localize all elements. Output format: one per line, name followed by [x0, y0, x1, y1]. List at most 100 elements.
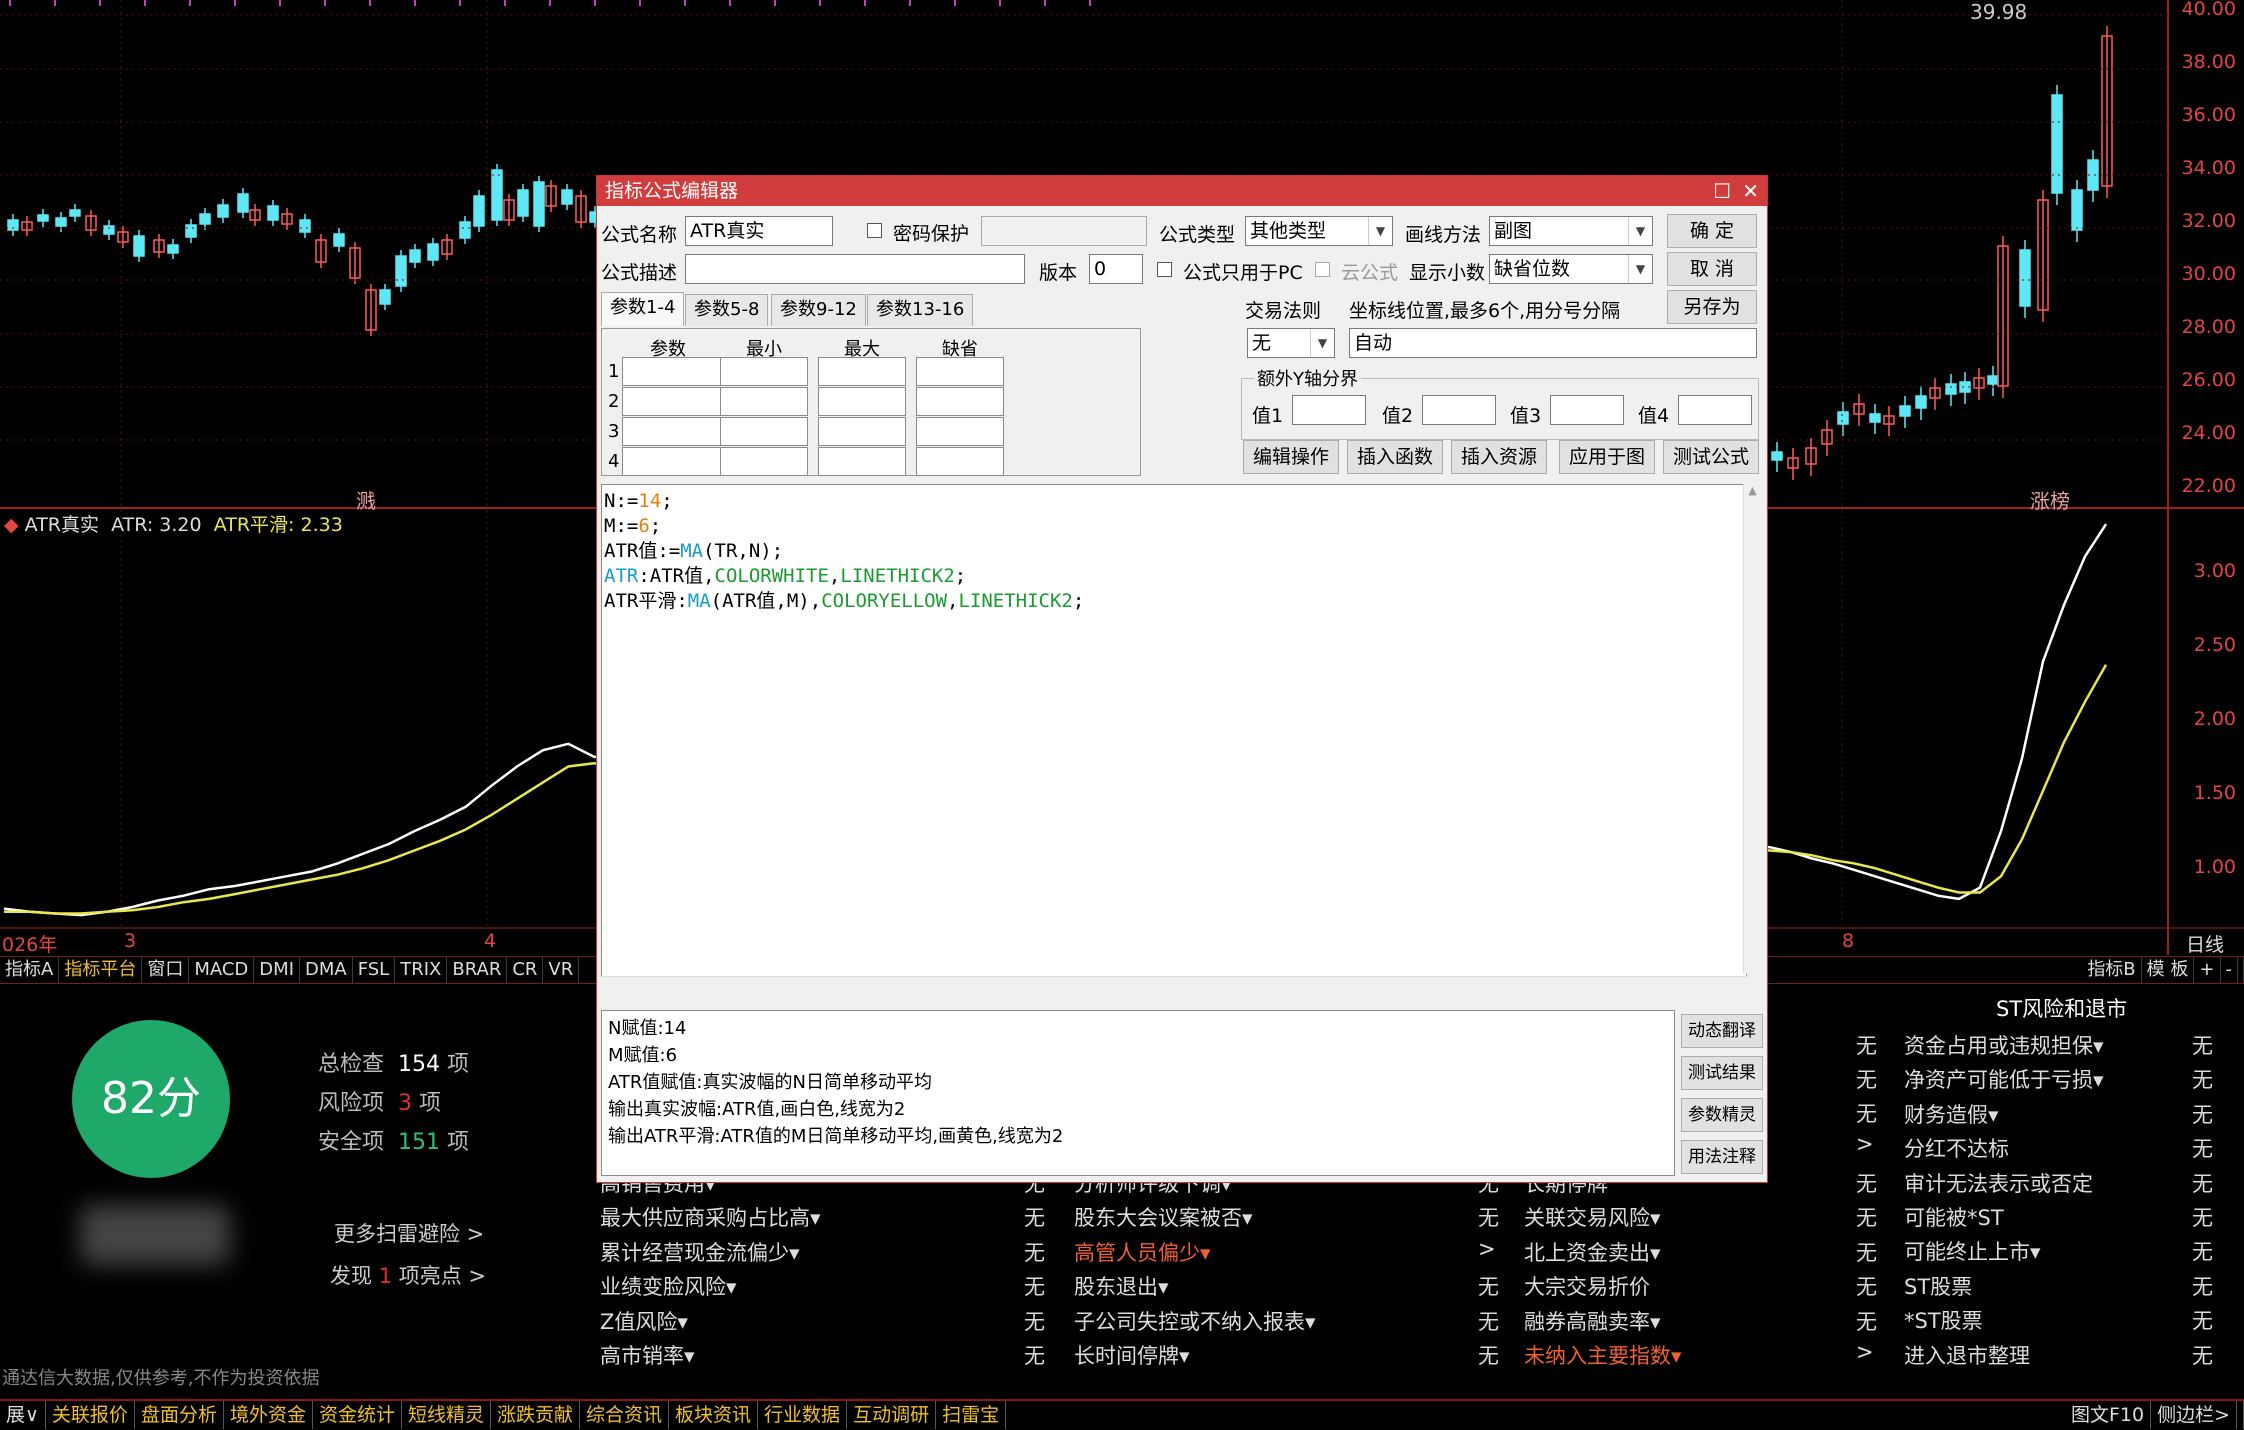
param-cell[interactable] — [622, 357, 726, 386]
risk-item[interactable]: 北上资金卖出▾ — [1524, 1237, 1661, 1267]
risk-item[interactable]: 审计无法表示或否定 — [1904, 1168, 2093, 1198]
indicator-tab[interactable]: BRAR — [447, 957, 508, 983]
tabbar-right-item[interactable]: - — [2221, 957, 2238, 983]
dynamic-translate-button[interactable]: 动态翻译 — [1681, 1014, 1763, 1048]
tab-params-9-12[interactable]: 参数9-12 — [771, 294, 866, 326]
password-input[interactable] — [981, 216, 1147, 246]
bottom-tab[interactable]: 展∨ — [0, 1401, 46, 1429]
risk-item[interactable]: 大宗交易折价 — [1524, 1271, 1650, 1301]
password-checkbox[interactable] — [867, 223, 882, 238]
risk-item[interactable]: 长时间停牌▾ — [1074, 1340, 1190, 1370]
highlights-link[interactable]: 发现 1 项亮点 > — [330, 1260, 486, 1290]
test-result-button[interactable]: 测试结果 — [1681, 1056, 1763, 1090]
ok-button[interactable]: 确 定 — [1667, 214, 1757, 248]
insert-function-button[interactable]: 插入函数 — [1347, 440, 1443, 474]
risk-item[interactable]: 未纳入主要指数▾ — [1524, 1340, 1682, 1370]
param-cell[interactable] — [818, 447, 906, 476]
code-editor[interactable]: N:=14; M:=6; ATR值:=MA(TR,N); ATR:ATR值,COLOR… — [601, 484, 1747, 992]
indicator-tab[interactable]: DMI — [254, 957, 300, 983]
insert-resource-button[interactable]: 插入资源 — [1451, 440, 1547, 474]
indicator-tab[interactable]: FSL — [353, 957, 396, 983]
risk-item[interactable]: 高管人员偏少▾ — [1074, 1237, 1211, 1267]
param-cell[interactable] — [622, 417, 726, 446]
risk-item[interactable]: *ST股票 — [1904, 1305, 1983, 1335]
tabbar-right-item[interactable]: 指标B — [2082, 957, 2142, 983]
param-cell[interactable] — [720, 357, 808, 386]
axis-pos-input[interactable]: 自动 — [1349, 328, 1757, 358]
draw-method-select[interactable]: 副图 ▼ — [1489, 216, 1653, 246]
param-cell[interactable] — [622, 447, 726, 476]
close-icon[interactable]: ✕ — [1742, 176, 1759, 206]
val1-input[interactable] — [1292, 395, 1366, 425]
formula-desc-input[interactable] — [685, 254, 1025, 284]
risk-item[interactable]: 进入退市整理 — [1904, 1340, 2030, 1370]
code-hscrollbar[interactable] — [601, 976, 1747, 994]
tab-params-5-8[interactable]: 参数5-8 — [685, 294, 769, 326]
param-cell[interactable] — [622, 387, 726, 416]
risk-item[interactable]: 股东大会议案被否▾ — [1074, 1202, 1253, 1232]
bottom-tab[interactable]: 关联报价 — [46, 1401, 135, 1429]
param-cell[interactable] — [818, 417, 906, 446]
risk-item[interactable]: 高市销率▾ — [600, 1340, 695, 1370]
param-cell[interactable] — [916, 417, 1004, 446]
risk-item[interactable]: 子公司失控或不纳入报表▾ — [1074, 1306, 1316, 1336]
risk-item[interactable]: 可能终止上市▾ — [1904, 1236, 2041, 1266]
tab-params-1-4[interactable]: 参数1-4 — [601, 292, 685, 326]
risk-item[interactable]: 财务造假▾ — [1904, 1099, 1999, 1129]
param-cell[interactable] — [916, 357, 1004, 386]
indicator-tab[interactable]: CR — [507, 957, 544, 983]
bottom-right-item[interactable]: 侧边栏> — [2151, 1401, 2237, 1429]
risk-item[interactable]: 可能被*ST — [1904, 1202, 2004, 1232]
cloud-checkbox[interactable] — [1315, 262, 1330, 277]
indicator-tab[interactable]: VR — [543, 957, 580, 983]
indicator-tab[interactable]: 指标平台 — [59, 957, 143, 983]
save-as-button[interactable]: 另存为 — [1667, 290, 1757, 324]
val4-input[interactable] — [1678, 395, 1752, 425]
bottom-tab[interactable]: 板块资讯 — [669, 1401, 759, 1429]
usage-notes-button[interactable]: 用法注释 — [1681, 1140, 1763, 1174]
code-vscrollbar[interactable]: ▲ — [1743, 484, 1761, 974]
edit-ops-button[interactable]: 编辑操作 — [1243, 440, 1339, 474]
decimal-select[interactable]: 缺省位数 ▼ — [1489, 254, 1653, 284]
param-cell[interactable] — [818, 387, 906, 416]
bottom-tab[interactable]: 资金统计 — [313, 1401, 402, 1429]
risk-item[interactable]: 分红不达标 — [1904, 1133, 2009, 1163]
test-formula-button[interactable]: 测试公式 — [1663, 440, 1759, 474]
tabbar-right-item[interactable]: + — [2194, 957, 2221, 983]
bottom-tab[interactable]: 互动调研 — [847, 1401, 937, 1429]
bottom-tab[interactable]: 综合资讯 — [580, 1401, 670, 1429]
indicator-tab[interactable]: 窗口 — [142, 957, 190, 983]
pc-only-checkbox[interactable] — [1157, 262, 1172, 277]
maximize-icon[interactable]: ☐ — [1713, 176, 1731, 206]
risk-item[interactable]: 关联交易风险▾ — [1524, 1202, 1661, 1232]
param-cell[interactable] — [916, 447, 1004, 476]
apply-to-chart-button[interactable]: 应用于图 — [1559, 440, 1655, 474]
version-input[interactable]: 0 — [1089, 254, 1143, 284]
risk-item[interactable]: Z值风险▾ — [600, 1306, 688, 1336]
tabbar-right-item[interactable]: 模 板 — [2142, 957, 2195, 983]
param-wizard-button[interactable]: 参数精灵 — [1681, 1098, 1763, 1132]
more-scan-link[interactable]: 更多扫雷避险 > — [334, 1218, 484, 1248]
risk-item[interactable]: ST股票 — [1904, 1271, 1972, 1301]
param-cell[interactable] — [818, 357, 906, 386]
cancel-button[interactable]: 取 消 — [1667, 252, 1757, 286]
param-cell[interactable] — [720, 387, 808, 416]
bottom-tab[interactable]: 涨跌贡献 — [491, 1401, 581, 1429]
indicator-tab[interactable]: 指标A — [0, 957, 60, 983]
formula-type-select[interactable]: 其他类型 ▼ — [1245, 216, 1393, 246]
tab-params-13-16[interactable]: 参数13-16 — [867, 294, 974, 326]
indicator-tab[interactable]: TRIX — [395, 957, 448, 983]
bottom-right-item[interactable]: 图文F10 — [2065, 1401, 2152, 1429]
param-cell[interactable] — [720, 447, 808, 476]
param-cell[interactable] — [916, 387, 1004, 416]
val2-input[interactable] — [1422, 395, 1496, 425]
risk-item[interactable]: 股东退出▾ — [1074, 1271, 1169, 1301]
bottom-tab[interactable]: 盘面分析 — [135, 1401, 224, 1429]
risk-item[interactable]: 业绩变脸风险▾ — [600, 1271, 737, 1301]
trade-rule-select[interactable]: 无 ▼ — [1247, 328, 1335, 358]
bottom-tab[interactable]: 短线精灵 — [402, 1401, 491, 1429]
risk-item[interactable]: 净资产可能低于亏损▾ — [1904, 1064, 2104, 1094]
risk-item[interactable]: 融券高融卖率▾ — [1524, 1306, 1661, 1336]
risk-item[interactable]: 资金占用或违规担保▾ — [1904, 1030, 2104, 1060]
bottom-tab[interactable]: 扫雷宝 — [936, 1401, 1007, 1429]
